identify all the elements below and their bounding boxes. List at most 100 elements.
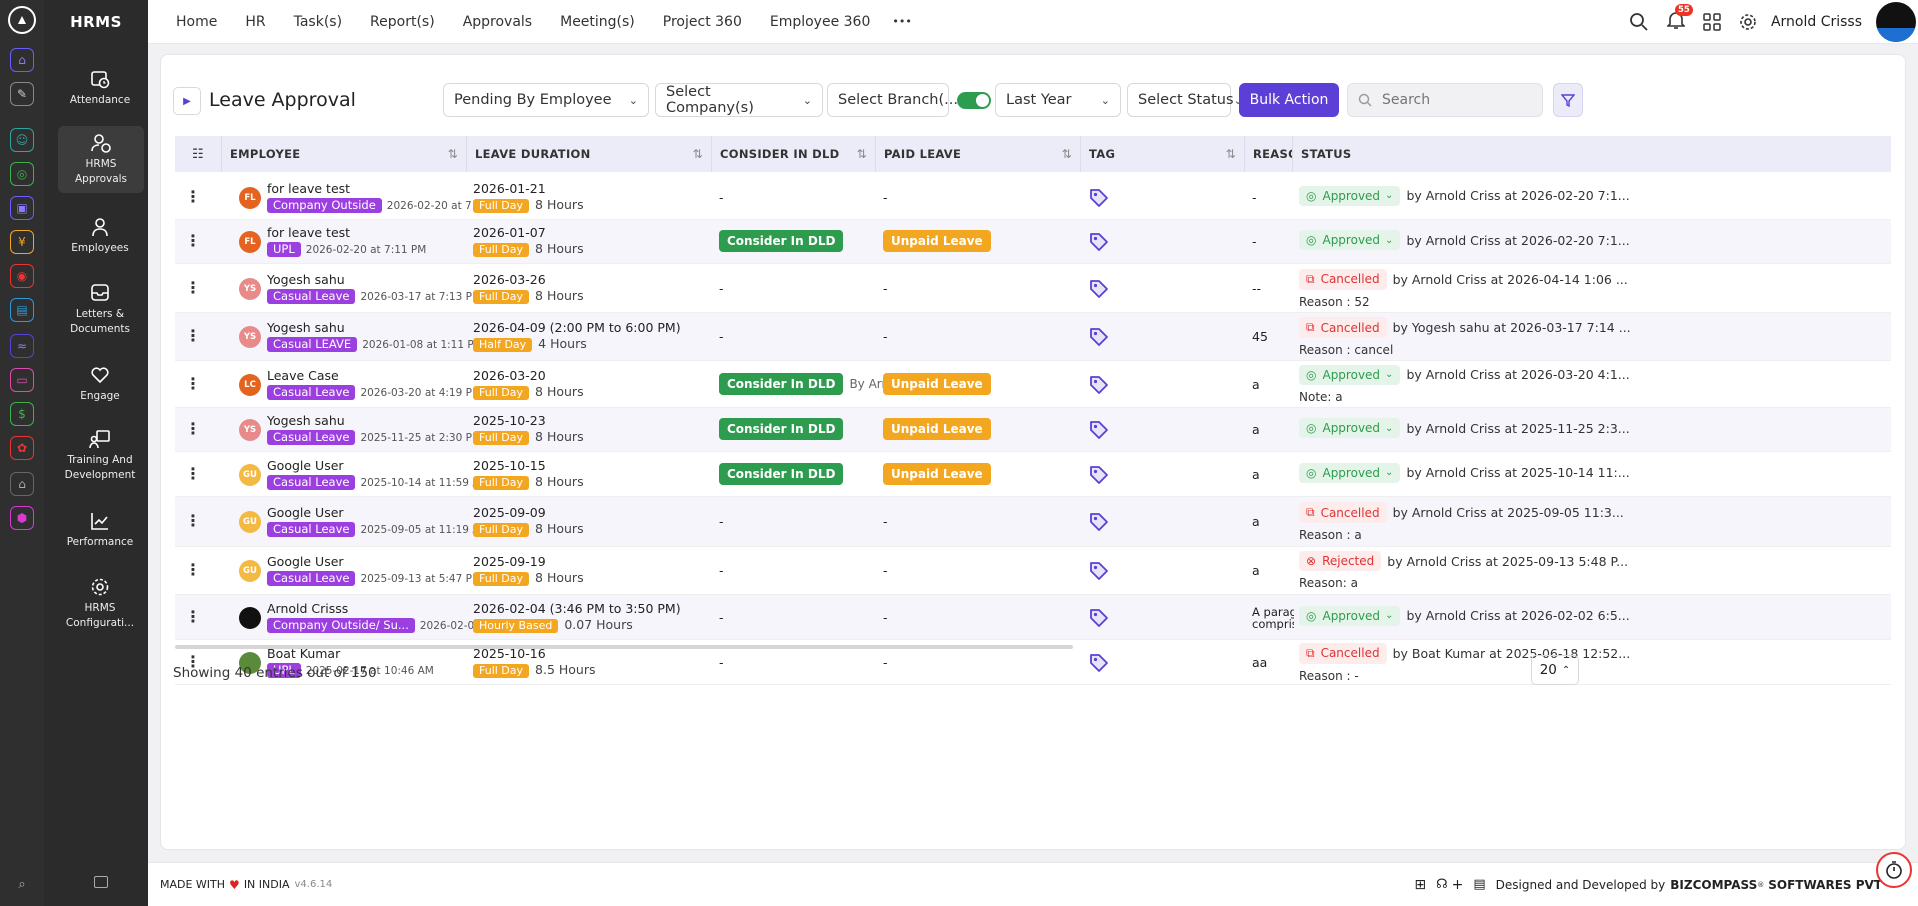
house-app-icon[interactable]: ⌂ [10, 472, 34, 496]
nav-home[interactable]: Home [176, 14, 217, 30]
row-menu-icon[interactable]: ⋮ [185, 326, 201, 345]
search-icon[interactable]: ⌕ [10, 872, 34, 896]
paid-leave-badge[interactable]: Unpaid Leave [883, 372, 991, 395]
tag-icon[interactable] [1088, 607, 1110, 629]
status-badge[interactable]: ◎ Approved ⌄ [1299, 462, 1401, 483]
sidebar-item-performance[interactable]: Performance [58, 510, 142, 550]
row-menu-icon[interactable]: ⋮ [185, 231, 201, 250]
headset-icon[interactable]: ☊ [1436, 877, 1448, 892]
status-badge[interactable]: ⧉ Cancelled [1299, 502, 1387, 523]
target-app-icon[interactable]: ◉ [10, 264, 34, 288]
col-consider-dld[interactable]: CONSIDER IN DLD ⇅ [712, 136, 876, 172]
plus-icon[interactable]: + [1452, 877, 1464, 893]
user-name[interactable]: Arnold Crisss [1771, 14, 1862, 30]
avatar[interactable] [1876, 2, 1916, 42]
toggle-switch[interactable] [957, 92, 991, 109]
box-app-icon[interactable]: ▤ [10, 298, 34, 322]
row-menu-icon[interactable]: ⋮ [185, 374, 201, 393]
consider-dld-badge[interactable]: Consider In DLD [719, 418, 844, 440]
settings-gear-icon[interactable] [1739, 13, 1757, 31]
home-app-icon[interactable]: ⌂ [10, 48, 34, 72]
col-paid-leave[interactable]: PAID LEAVE ⇅ [876, 136, 1081, 172]
timer-fab-icon[interactable] [1876, 852, 1912, 888]
status-badge[interactable]: ⧉ Cancelled [1299, 642, 1387, 664]
col-reason[interactable]: REASON [1245, 136, 1293, 172]
tag-icon[interactable] [1088, 652, 1110, 674]
nav-meetings[interactable]: Meeting(s) [560, 14, 635, 30]
paid-leave-badge[interactable]: Unpaid Leave [883, 462, 991, 485]
status-badge[interactable]: ⧉ Cancelled [1299, 268, 1387, 290]
nav-employee-360[interactable]: Employee 360 [770, 14, 871, 30]
wheat-app-icon[interactable]: ¥ [10, 230, 34, 254]
sort-icon[interactable]: ⇅ [1062, 147, 1072, 161]
column-picker-icon[interactable]: ☷ [175, 136, 222, 172]
pin-app-icon[interactable]: ✎ [10, 82, 34, 106]
nav-reports[interactable]: Report(s) [370, 14, 435, 30]
badge-app-icon[interactable]: ✿ [10, 436, 34, 460]
col-tag[interactable]: TAG ⇅ [1081, 136, 1245, 172]
paid-leave-badge[interactable]: Unpaid Leave [883, 418, 991, 440]
row-menu-icon[interactable]: ⋮ [185, 419, 201, 438]
table-row[interactable]: ⋮ YS Yogesh sahu Casual Leave 2025-11-25 at … [175, 408, 1891, 452]
table-row[interactable]: ⋮ GU Google User Casual Leave 2025-09-05 at … [175, 497, 1891, 547]
monitor-app-icon[interactable]: ▭ [10, 368, 34, 392]
sort-icon[interactable]: ⇅ [448, 147, 458, 161]
status-badge[interactable]: ◎ Approved ⌄ [1299, 364, 1401, 385]
tag-icon[interactable] [1088, 326, 1110, 348]
page-size-select[interactable]: 20 ⌃ [1531, 655, 1579, 685]
branch-select[interactable]: Select Branch(...⌄ [827, 83, 967, 117]
table-row[interactable]: ⋮ YS Yogesh sahu Casual Leave 2026-03-17 at … [175, 264, 1891, 313]
status-badge[interactable]: ⧉ Cancelled [1299, 317, 1387, 338]
sidebar-item-letters-documents[interactable]: Letters & Documents [58, 282, 142, 337]
row-menu-icon[interactable]: ⋮ [185, 464, 201, 483]
tag-icon[interactable] [1088, 374, 1110, 396]
chart-app-icon[interactable]: ≈ [10, 334, 34, 358]
consider-dld-badge[interactable]: Consider In DLD [719, 462, 844, 485]
status-select[interactable]: Select Status⌄ [1127, 83, 1243, 117]
sidebar-item-engage[interactable]: Engage [58, 364, 142, 404]
status-badge[interactable]: ⊗ Rejected [1299, 551, 1382, 571]
sort-icon[interactable]: ⇅ [693, 147, 703, 161]
col-employee[interactable]: EMPLOYEE ⇅ [222, 136, 467, 172]
table-row[interactable]: ⋮ YS Yogesh sahu Casual LEAVE 2026-01-08 at … [175, 313, 1891, 361]
table-row[interactable]: ⋮ FL for leave test UPL 2026-02-20 at 7:11 P… [175, 220, 1891, 264]
briefcase-app-icon[interactable]: ▣ [10, 196, 34, 220]
tag-icon[interactable] [1088, 560, 1110, 582]
consider-dld-badge[interactable]: Consider In DLD [719, 372, 844, 395]
row-menu-icon[interactable]: ⋮ [185, 278, 201, 297]
col-leave-duration[interactable]: LEAVE DURATION ⇅ [467, 136, 712, 172]
paid-leave-badge[interactable]: Unpaid Leave [883, 230, 991, 252]
nav-project-360[interactable]: Project 360 [663, 14, 742, 30]
row-menu-icon[interactable]: ⋮ [185, 560, 201, 579]
sidebar-item-training[interactable]: Training And Development [58, 428, 142, 483]
status-badge[interactable]: ◎ Approved ⌄ [1299, 185, 1401, 206]
sidebar-item-employees[interactable]: Employees [58, 216, 142, 256]
nav-approvals[interactable]: Approvals [463, 14, 532, 30]
tag-icon[interactable] [1088, 278, 1110, 300]
table-row[interactable]: ⋮ GU Google User Casual Leave 2025-09-13 at … [175, 547, 1891, 595]
hex-app-icon[interactable]: ⬢ [10, 506, 34, 530]
company-select[interactable]: Select Company(s) ⌄ [655, 83, 823, 117]
row-menu-icon[interactable]: ⋮ [185, 187, 201, 206]
tag-icon[interactable] [1088, 464, 1110, 486]
search-icon[interactable] [1629, 12, 1649, 32]
sales-app-icon[interactable]: ◎ [10, 162, 34, 186]
apps-grid-icon[interactable] [1703, 13, 1721, 31]
tag-icon[interactable] [1088, 511, 1110, 533]
windows-icon[interactable]: ⊞ [1414, 877, 1426, 893]
tag-icon[interactable] [1088, 419, 1110, 441]
col-status[interactable]: STATUS [1293, 136, 1891, 172]
horizontal-scrollbar[interactable] [175, 645, 1073, 649]
sort-icon[interactable]: ⇅ [857, 147, 867, 161]
more-menu-icon[interactable]: ••• [892, 15, 911, 28]
sort-icon[interactable]: ⇅ [1226, 147, 1236, 161]
status-badge[interactable]: ◎ Approved ⌄ [1299, 230, 1401, 250]
sidebar-item-hrms-configuration[interactable]: HRMS Configurati... [58, 576, 142, 631]
tag-icon[interactable] [1088, 231, 1110, 253]
period-select[interactable]: Last Year ⌄ [995, 83, 1121, 117]
search-input[interactable] [1382, 92, 1532, 108]
people-app-icon[interactable]: ☺ [10, 128, 34, 152]
status-badge[interactable]: ◎ Approved ⌄ [1299, 605, 1401, 626]
search-box[interactable] [1347, 83, 1543, 117]
bulk-action-button[interactable]: Bulk Action [1239, 83, 1339, 117]
